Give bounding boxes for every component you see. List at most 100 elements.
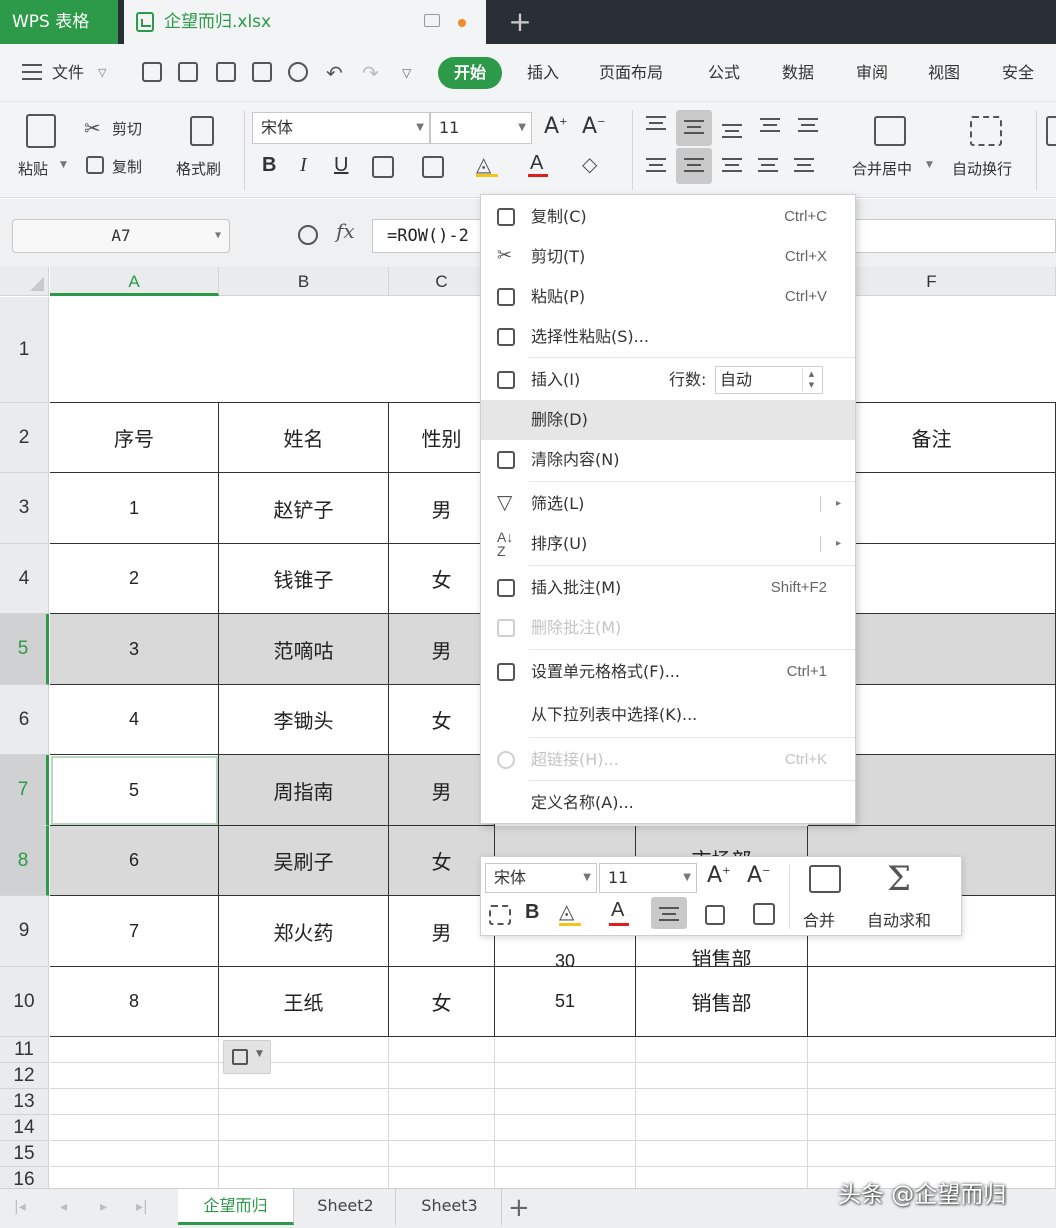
empty-cell[interactable] [50,1141,219,1167]
table-cell[interactable]: 赵铲子 [219,473,389,544]
tab-view[interactable]: 视图 [928,44,960,102]
empty-cell[interactable] [50,1037,219,1063]
align-center-icon[interactable] [684,158,704,172]
paste-icon[interactable] [26,114,56,148]
empty-cell[interactable] [50,1089,219,1115]
mini-merge-button[interactable]: 合并 [803,907,835,931]
new-tab-button[interactable]: + [505,0,535,44]
menu-item-cut[interactable]: ✂ 剪切(T) Ctrl+X [481,237,855,277]
justify-icon[interactable] [758,158,778,172]
mini-wrap-icon[interactable] [489,905,511,925]
mini-increase-font-icon[interactable]: A+ [707,863,730,888]
empty-cell[interactable] [495,1115,636,1141]
empty-cell[interactable] [808,1063,1056,1089]
sheet-tab[interactable]: Sheet3 [398,1189,502,1225]
row-header[interactable]: 9 [0,896,49,967]
empty-cell[interactable] [636,1063,808,1089]
empty-cell[interactable] [495,1063,636,1089]
empty-cell[interactable] [808,1141,1056,1167]
mini-border-icon[interactable] [705,905,725,925]
select-all-corner[interactable] [0,267,49,296]
sheet-tab[interactable]: Sheet2 [296,1189,396,1225]
empty-cell[interactable] [636,1115,808,1141]
row-header[interactable]: 3 [0,473,49,544]
tab-start[interactable]: 开始 [438,57,502,89]
row-header[interactable]: 12 [0,1063,49,1089]
row-header[interactable]: 14 [0,1115,49,1141]
menu-item-delete-comment[interactable]: 删除批注(M) [481,608,855,648]
menu-item-clear-contents[interactable]: 清除内容(N) [481,440,855,480]
cut-button[interactable]: 剪切 [112,118,142,139]
merge-center-button[interactable]: 合并居中 [852,158,912,179]
mini-font-color-icon[interactable]: A [611,899,624,922]
format-painter-button[interactable]: 格式刷 [176,158,221,179]
mini-bold-button[interactable]: B [525,901,539,924]
row-header[interactable]: 15 [0,1141,49,1167]
table-cell[interactable]: 钱锥子 [219,544,389,614]
row-header[interactable]: 10 [0,967,49,1037]
menu-item-define-name[interactable]: 定义名称(A)... [481,783,855,823]
table-cell[interactable]: 销售部 [636,967,808,1037]
tab-review[interactable]: 审阅 [856,44,888,102]
app-tab[interactable]: WPS 表格 [0,0,118,44]
table-cell[interactable]: 女 [389,967,495,1037]
print-preview-icon[interactable] [288,62,308,82]
empty-cell[interactable] [808,1037,1056,1063]
file-menu-chevron-icon[interactable]: ▽ [98,44,106,102]
menu-item-copy[interactable]: 复制(C) Ctrl+C [481,197,855,237]
table-cell[interactable] [808,967,1056,1037]
eraser-icon[interactable]: ◇ [582,152,597,176]
empty-cell[interactable] [50,1167,219,1188]
cell-style-icon[interactable] [422,156,444,178]
menu-item-insert-comment[interactable]: 插入批注(M) Shift+F2 [481,568,855,608]
empty-cell[interactable] [219,1141,389,1167]
export-pdf-icon[interactable] [216,62,236,82]
empty-cell[interactable] [808,1089,1056,1115]
prev-sheet-icon[interactable]: ◂ [60,1199,67,1215]
row-header[interactable]: 6 [0,685,49,755]
menu-item-sort[interactable]: A↓ Z 排序(U) ▸ [481,524,855,564]
menu-item-filter[interactable]: ▽ 筛选(L) ▸ [481,484,855,524]
indent-decrease-icon[interactable] [760,118,780,132]
row-count-input[interactable]: 自动 ▲ ▼ [715,366,823,394]
mini-font-size-select[interactable]: 11 ▼ [599,863,697,893]
save-icon[interactable] [178,62,198,82]
wrap-text-button[interactable]: 自动换行 [952,158,1012,179]
bold-button[interactable]: B [262,154,276,177]
name-box[interactable]: A7 ▼ [12,219,230,253]
indent-increase-icon[interactable] [798,118,818,132]
undo-icon[interactable]: ↶ [326,44,343,102]
next-sheet-icon[interactable]: ▸ [100,1199,107,1215]
empty-cell[interactable] [495,1141,636,1167]
table-cell[interactable]: 李锄头 [219,685,389,755]
zoom-search-icon[interactable] [298,225,318,245]
table-cell[interactable]: 7 [50,896,219,967]
monitor-icon[interactable] [424,14,440,27]
empty-cell[interactable] [495,1089,636,1115]
fill-color-icon[interactable]: ◬ [476,152,491,176]
empty-cell[interactable] [389,1115,495,1141]
menu-item-insert[interactable]: 插入(I) 行数: 自动 ▲ ▼ [481,360,855,400]
row-header[interactable]: 16 [0,1167,49,1188]
empty-cell[interactable] [389,1089,495,1115]
sheet-tab-active[interactable]: 企望而归 [178,1189,294,1225]
distributed-align-icon[interactable] [794,158,814,172]
font-color-icon[interactable]: A [530,152,543,175]
empty-cell[interactable] [219,1089,389,1115]
file-tab[interactable]: 企望而归.xlsx [124,0,486,44]
column-header-a[interactable]: A [50,267,219,296]
menu-item-format-cells[interactable]: 设置单元格格式(F)... Ctrl+1 [481,652,855,692]
align-middle-icon[interactable] [684,120,704,134]
empty-cell[interactable] [50,1115,219,1141]
row-header[interactable]: 7 [0,755,49,826]
table-cell[interactable]: 吴刷子 [219,826,389,896]
table-cell[interactable]: 4 [50,685,219,755]
font-name-select[interactable]: 宋体 ▼ [252,112,430,144]
empty-cell[interactable] [389,1141,495,1167]
mini-format-painter-icon[interactable] [753,903,775,925]
underline-button[interactable]: U [334,154,348,177]
table-cell[interactable]: 1 [50,473,219,544]
tab-security[interactable]: 安全 [1002,44,1034,102]
empty-cell[interactable] [219,1115,389,1141]
empty-cell[interactable] [636,1037,808,1063]
